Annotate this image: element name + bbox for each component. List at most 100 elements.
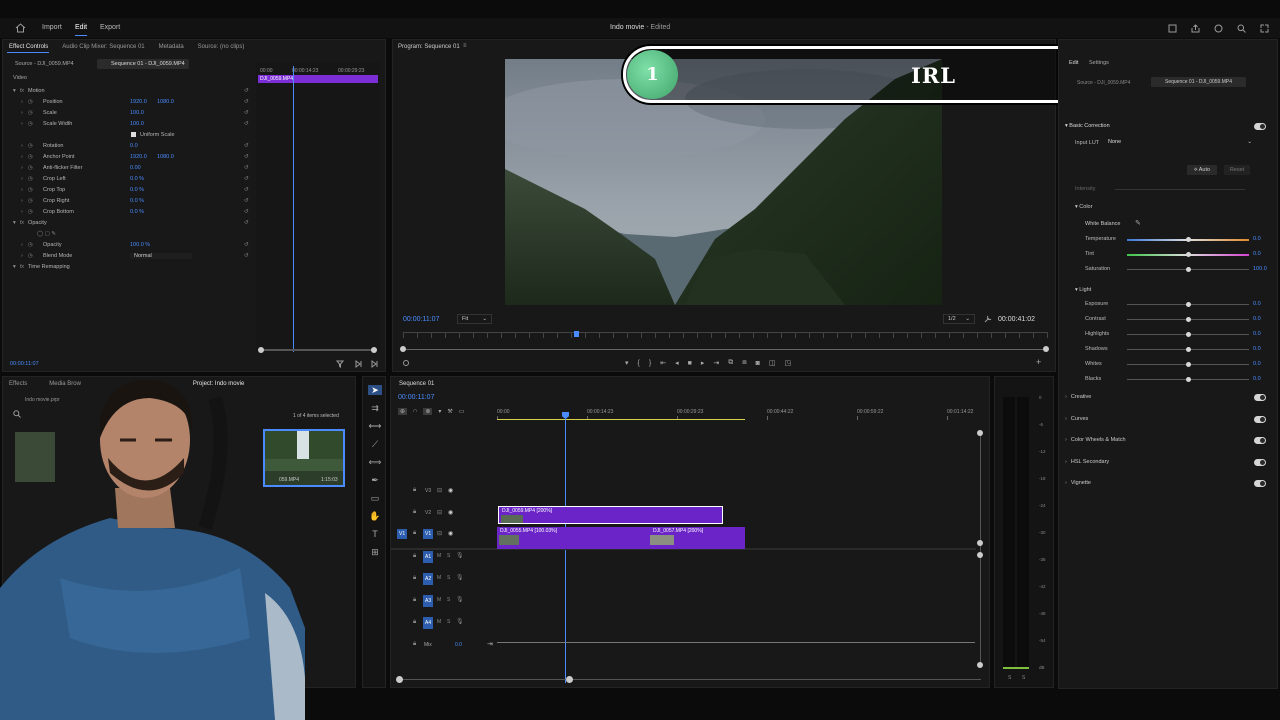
stopwatch-icon[interactable]: ◷ xyxy=(28,198,33,204)
reset-param-icon[interactable]: ↺ xyxy=(244,220,249,226)
auto-button[interactable]: ⟡ Auto xyxy=(1187,165,1217,175)
wrench-icon[interactable] xyxy=(984,315,992,323)
track-lock-icon[interactable]: 🔒︎ xyxy=(413,530,416,537)
lumetri-section-header[interactable]: › Curves xyxy=(1065,416,1088,422)
reset-param-icon[interactable]: ↺ xyxy=(244,253,249,259)
effect-row-value[interactable]: 1920.0 xyxy=(130,99,147,105)
track-eye-icon[interactable]: ◉ xyxy=(448,487,453,494)
expand-arrow-icon[interactable]: › xyxy=(21,253,23,259)
program-scrollbar[interactable] xyxy=(403,349,1048,350)
lumetri-param-value[interactable]: 100.0 xyxy=(1253,266,1267,272)
track-lock-icon[interactable]: 🔒︎ xyxy=(413,509,416,516)
mix-expand-icon[interactable]: ⇥ xyxy=(487,640,493,648)
stopwatch-icon[interactable]: ◷ xyxy=(28,154,33,160)
reset-param-icon[interactable]: ↺ xyxy=(244,165,249,171)
hand-icon[interactable]: ✋ xyxy=(368,511,382,521)
stopwatch-icon[interactable]: ◷ xyxy=(28,143,33,149)
checkbox-icon[interactable] xyxy=(131,132,136,137)
ec-playhead[interactable] xyxy=(293,66,294,352)
camera-icon[interactable]: ◙ xyxy=(756,360,760,367)
ec-source-selector[interactable]: Source - DJI_0059.MP4 xyxy=(15,61,74,67)
track-label[interactable]: V1 xyxy=(423,529,434,539)
lumetri-slider-knob[interactable] xyxy=(1186,347,1191,352)
mic-icon[interactable]: 🎙︎ xyxy=(456,574,464,581)
filter-icon[interactable] xyxy=(336,360,344,368)
effect-row[interactable]: Uniform Scale xyxy=(3,129,258,140)
lumetri-slider-knob[interactable] xyxy=(1186,362,1191,367)
track-lock-icon[interactable]: 🔒︎ xyxy=(413,575,416,582)
go-to-in-icon[interactable]: ⇤ xyxy=(660,359,666,367)
effect-row-value-2[interactable]: 1080.0 xyxy=(157,99,174,105)
lumetri-section-toggle[interactable] xyxy=(1254,437,1266,444)
effect-row[interactable]: › ◷ Position 1920.0 1080.0 ↺ xyxy=(3,96,258,107)
lumetri-source[interactable]: Source - DJI_0059.MP4 xyxy=(1077,80,1130,86)
program-menu-icon[interactable]: ≡ xyxy=(463,43,467,49)
expand-arrow-icon[interactable]: › xyxy=(21,121,23,127)
snap-icon[interactable]: ⊕ xyxy=(398,408,408,415)
reset-button[interactable]: Reset xyxy=(1224,165,1250,175)
timeline-v-scroll-bottom[interactable] xyxy=(977,662,983,668)
audio-track-label[interactable]: A1 xyxy=(423,551,434,563)
lumetri-param-value[interactable]: 0.0 xyxy=(1253,331,1261,337)
mix-lock-icon[interactable]: 🔒︎ xyxy=(413,641,416,648)
fullscreen-icon[interactable] xyxy=(1260,24,1269,33)
effect-row[interactable]: › ◷ Blend Mode Normal ↺ xyxy=(3,250,258,261)
reset-param-icon[interactable]: ↺ xyxy=(244,88,249,94)
lumetri-param-value[interactable]: 0.0 xyxy=(1253,316,1261,322)
lumetri-section-header[interactable]: › Vignette xyxy=(1065,480,1091,486)
stopwatch-icon[interactable]: ◷ xyxy=(28,209,33,215)
lumetri-param-value[interactable]: 0.0 xyxy=(1253,301,1261,307)
track-label[interactable]: V2 xyxy=(423,508,433,518)
pen-icon[interactable]: ✒ xyxy=(368,475,382,485)
lumetri-tab-edit[interactable]: Edit xyxy=(1069,60,1078,66)
marker-icon[interactable]: ▾ xyxy=(438,408,441,415)
selection-tool-icon[interactable]: ➤ xyxy=(368,385,382,395)
timeline-h-handle-right[interactable] xyxy=(566,676,573,683)
reset-param-icon[interactable]: ↺ xyxy=(244,154,249,160)
expand-arrow-icon[interactable]: ▾ xyxy=(13,88,16,94)
go-to-out-icon[interactable]: ⇥ xyxy=(713,359,719,367)
clip-v1-a[interactable]: DJI_0055.MP4 [100.03%] xyxy=(497,527,650,549)
reset-param-icon[interactable]: ↺ xyxy=(244,242,249,248)
timeline-h-scrollbar[interactable] xyxy=(399,679,981,680)
lumetri-slider-knob[interactable] xyxy=(1186,317,1191,322)
meter-solo-left[interactable]: S xyxy=(1008,675,1011,681)
export-frame-icon[interactable] xyxy=(371,360,379,368)
expand-arrow-icon[interactable]: › xyxy=(21,154,23,160)
effect-row-value[interactable]: 100.0 xyxy=(130,110,144,116)
effect-row-value[interactable]: 0.0 % xyxy=(130,176,144,182)
work-area-bar[interactable] xyxy=(497,419,745,420)
overwrite-icon[interactable]: ⧈ xyxy=(742,359,746,367)
comparison-icon[interactable]: ◫ xyxy=(769,359,776,367)
insert-icon[interactable]: ⧉ xyxy=(728,359,733,367)
timeline-v-scroll-mid1[interactable] xyxy=(977,540,983,546)
solo-button[interactable]: S xyxy=(447,553,450,559)
timeline-v-scroll-top[interactable] xyxy=(977,430,983,436)
lumetri-slider-knob[interactable] xyxy=(1186,252,1191,257)
effect-row[interactable]: › ◷ Anchor Point 1920.0 1080.0 ↺ xyxy=(3,151,258,162)
linked-icon[interactable]: ⊗ xyxy=(423,408,433,415)
slip-icon[interactable]: ⟺ xyxy=(368,457,382,467)
expand-arrow-icon[interactable]: › xyxy=(21,99,23,105)
program-scroll-right[interactable] xyxy=(1043,346,1049,352)
program-playhead[interactable] xyxy=(574,331,579,337)
mic-icon[interactable]: 🎙︎ xyxy=(456,552,464,559)
vr-icon[interactable]: ◳ xyxy=(785,359,792,367)
mute-button[interactable]: M xyxy=(437,619,441,625)
tab-metadata[interactable]: Metadata xyxy=(159,44,184,50)
effect-row-value[interactable]: 0.00 xyxy=(130,165,141,171)
lumetri-slider-knob[interactable] xyxy=(1186,267,1191,272)
stopwatch-icon[interactable]: ◷ xyxy=(28,176,33,182)
stopwatch-icon[interactable]: ◷ xyxy=(28,121,33,127)
solo-button[interactable]: S xyxy=(447,597,450,603)
clip-v2[interactable]: DJI_0059.MP4 [200%] xyxy=(498,506,723,524)
track-sync-icon[interactable]: ⊟ xyxy=(437,530,442,537)
expand-arrow-icon[interactable]: › xyxy=(21,110,23,116)
captions-icon[interactable]: ▭ xyxy=(459,408,465,415)
ec-zoom-handle-left[interactable] xyxy=(258,347,264,353)
share-icon[interactable] xyxy=(1191,24,1200,33)
expand-arrow-icon[interactable]: › xyxy=(21,198,23,204)
effect-row-value[interactable]: 100.0 xyxy=(130,121,144,127)
stopwatch-icon[interactable]: ◷ xyxy=(28,242,33,248)
reset-param-icon[interactable]: ↺ xyxy=(244,99,249,105)
